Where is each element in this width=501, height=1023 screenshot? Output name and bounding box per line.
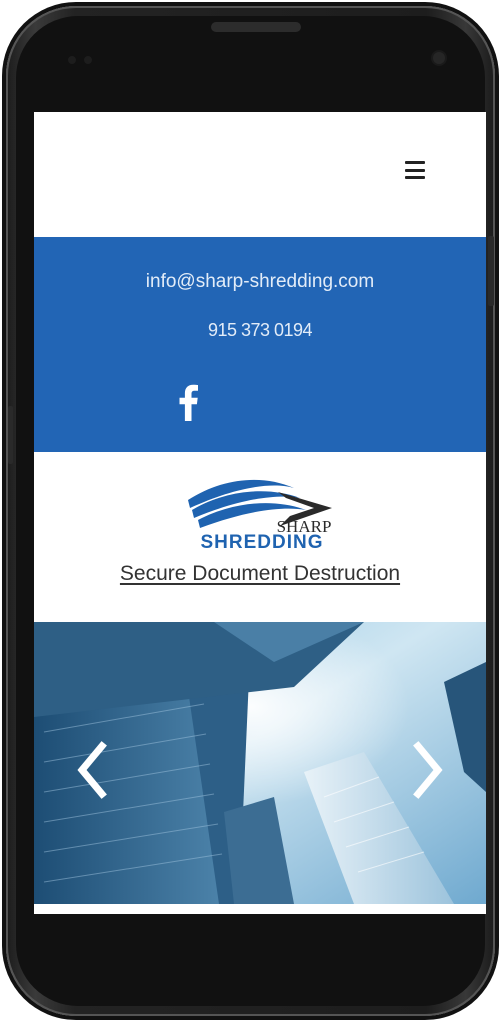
contact-strip: info@sharp-shredding.com 915 373 0194 xyxy=(34,237,486,452)
site-header xyxy=(34,112,486,237)
volume-button xyxy=(8,406,13,464)
front-camera xyxy=(433,52,445,64)
brand-section: SHARP SHREDDING Secure Document Destruct… xyxy=(34,452,486,622)
proximity-sensor xyxy=(68,56,76,64)
hero-slideshow[interactable] xyxy=(34,622,486,904)
light-sensor xyxy=(84,56,92,64)
power-button xyxy=(488,236,494,306)
facebook-icon[interactable] xyxy=(177,383,199,421)
sharp-shredding-logo[interactable]: SHARP SHREDDING xyxy=(182,470,342,550)
speaker-grille xyxy=(211,22,301,32)
hamburger-menu-icon[interactable] xyxy=(405,161,425,179)
screen-divider xyxy=(34,904,486,908)
logo-word-bottom: SHREDDING xyxy=(200,532,323,550)
chevron-right-icon[interactable] xyxy=(410,740,446,800)
chevron-left-icon[interactable] xyxy=(74,740,110,800)
tagline-link[interactable]: Secure Document Destruction xyxy=(34,562,486,586)
email-link[interactable]: info@sharp-shredding.com xyxy=(34,271,486,293)
phone-number[interactable]: 915 373 0194 xyxy=(34,320,486,341)
phone-screen: info@sharp-shredding.com 915 373 0194 SH… xyxy=(34,112,486,914)
